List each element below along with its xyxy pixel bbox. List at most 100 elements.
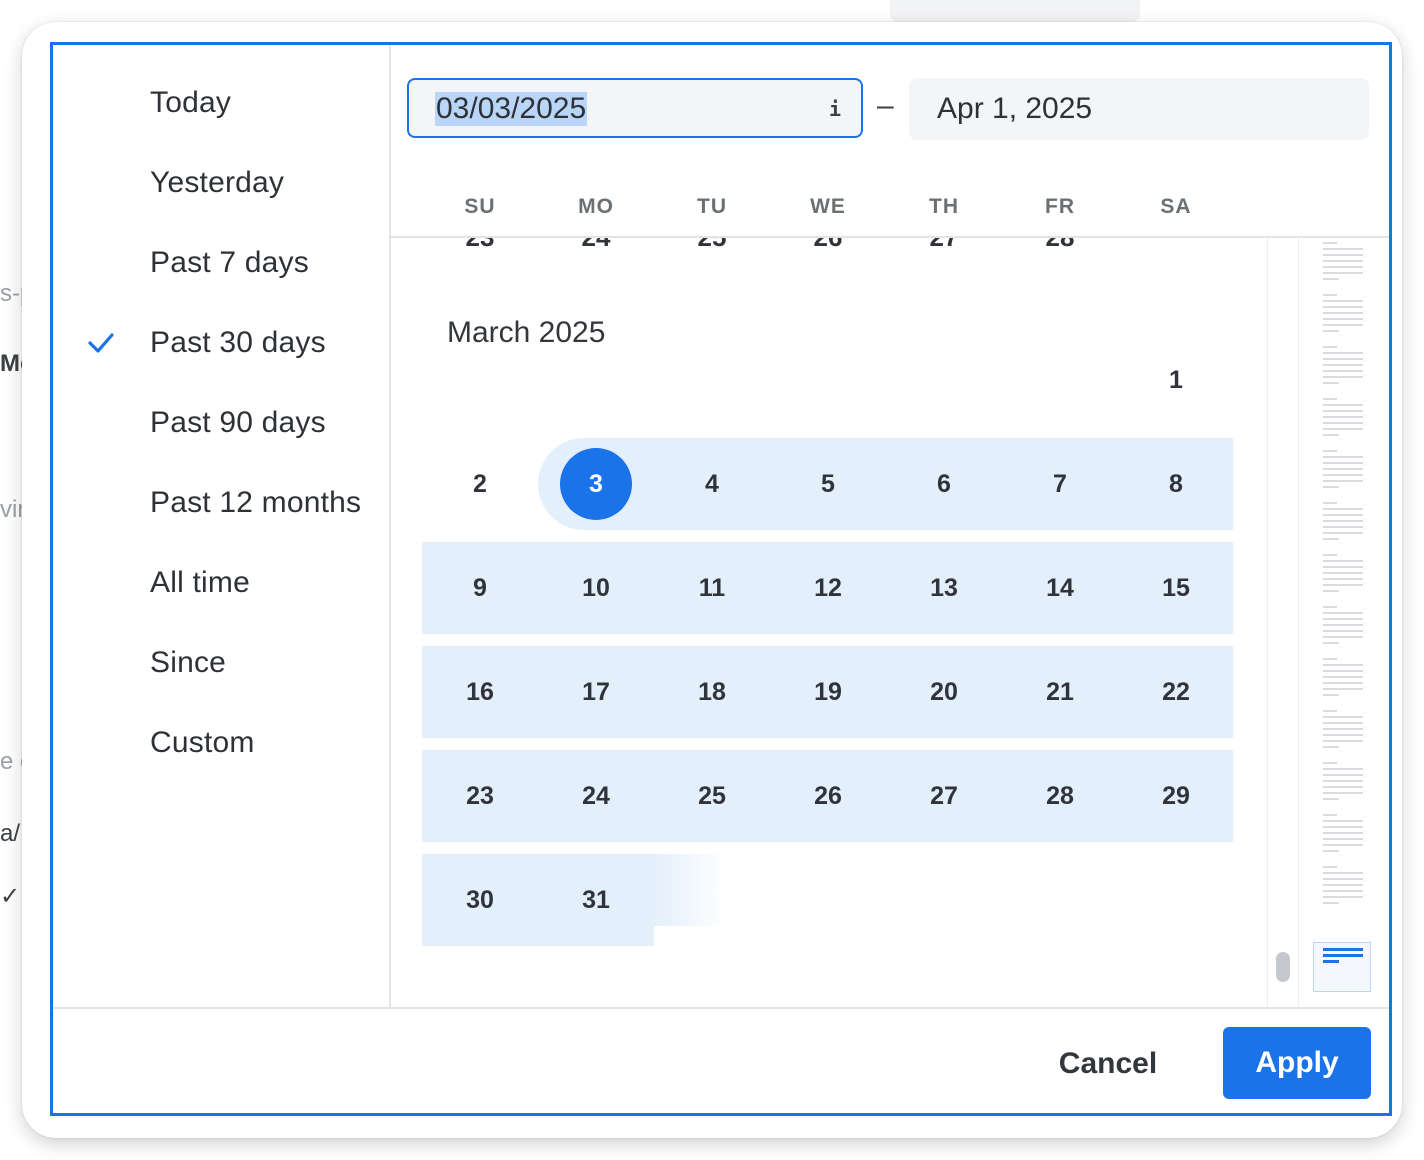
previous-month-day[interactable]: 26 [770, 238, 886, 253]
weekday-label: MO [578, 195, 614, 218]
calendar-day[interactable]: 20 [886, 646, 1002, 738]
previous-month-day[interactable]: 25 [654, 238, 770, 253]
preset-option[interactable]: Past 12 months [53, 471, 389, 535]
calendar-day[interactable]: 28 [1002, 750, 1118, 842]
month-title: March 2025 [447, 316, 606, 349]
day-number: 6 [937, 470, 951, 498]
calendar-day[interactable]: 19 [770, 646, 886, 738]
minimap-line [1323, 866, 1337, 868]
minimap-line [1323, 878, 1363, 880]
calendar-day[interactable]: 26 [770, 750, 886, 842]
calendar-grid[interactable]: March 2025 23242526272812345678910111213… [389, 238, 1269, 1007]
minimap-line [1323, 798, 1339, 800]
preset-option[interactable]: Yesterday [53, 151, 389, 215]
calendar-day[interactable]: 13 [886, 542, 1002, 634]
scrollbar-thumb[interactable] [1276, 952, 1290, 982]
previous-month-day[interactable]: 28 [1002, 238, 1118, 253]
minimap-line [1323, 468, 1363, 470]
minimap-line [1323, 272, 1363, 274]
minimap-line [1323, 318, 1363, 320]
calendar-scrollbar[interactable] [1267, 238, 1299, 1007]
calendar-day[interactable]: 11 [654, 542, 770, 634]
calendar-day[interactable]: 18 [654, 646, 770, 738]
preset-option[interactable]: Past 7 days [53, 231, 389, 295]
calendar-day[interactable]: 27 [886, 750, 1002, 842]
day-number: 13 [930, 574, 958, 602]
preset-option[interactable]: Past 90 days [53, 391, 389, 455]
minimap-line [1323, 710, 1337, 712]
day-number: 4 [705, 470, 719, 498]
weekday-label: TU [697, 195, 727, 218]
calendar-day[interactable]: 9 [422, 542, 538, 634]
minimap-line [1323, 814, 1337, 816]
preset-option[interactable]: Past 30 days [53, 311, 389, 375]
calendar-day[interactable]: 25 [654, 750, 770, 842]
calendar-day[interactable]: 14 [1002, 542, 1118, 634]
preset-option[interactable]: All time [53, 551, 389, 615]
calendar-day-selected[interactable]: 3 [538, 438, 654, 530]
preset-option[interactable]: Today [53, 71, 389, 135]
calendar-day[interactable]: 24 [538, 750, 654, 842]
day-number: 10 [582, 574, 610, 602]
calendar-day[interactable]: 21 [1002, 646, 1118, 738]
minimap-line [1323, 300, 1363, 302]
start-date-field[interactable]: 03/03/2025 i [407, 78, 863, 138]
calendar-day[interactable]: 29 [1118, 750, 1234, 842]
calendar-day[interactable]: 7 [1002, 438, 1118, 530]
minimap-line [1323, 266, 1363, 268]
day-number: 21 [1046, 678, 1074, 706]
end-date-field[interactable]: Apr 1, 2025 [909, 78, 1369, 140]
minimap-line [1323, 618, 1363, 620]
day-number: 29 [1162, 782, 1190, 810]
minimap-line [1323, 376, 1363, 378]
calendar-day[interactable]: 12 [770, 542, 886, 634]
day-number: 8 [1169, 470, 1183, 498]
calendar-day[interactable]: 1 [1118, 334, 1234, 426]
calendar-day[interactable]: 16 [422, 646, 538, 738]
minimap-line [1323, 474, 1363, 476]
minimap-line [1323, 768, 1363, 770]
calendar-day[interactable]: 2 [422, 438, 538, 530]
calendar-day[interactable]: 10 [538, 542, 654, 634]
minimap-line [1323, 324, 1363, 326]
calendar-day[interactable]: 22 [1118, 646, 1234, 738]
apply-button[interactable]: Apply [1223, 1027, 1371, 1099]
minimap-line [1323, 746, 1339, 748]
day-number: 22 [1162, 678, 1190, 706]
minimap-line [1323, 792, 1363, 794]
calendar-day[interactable]: 23 [422, 750, 538, 842]
minimap-highlight-line [1323, 954, 1363, 957]
calendar-day[interactable]: 8 [1118, 438, 1234, 530]
previous-month-day[interactable]: 23 [422, 238, 538, 253]
minimap-line [1323, 358, 1363, 360]
weekday-label: FR [1045, 195, 1075, 218]
previous-month-day[interactable]: 27 [886, 238, 1002, 253]
minimap-line [1323, 670, 1363, 672]
minimap-line [1323, 694, 1339, 696]
calendar-day[interactable]: 4 [654, 438, 770, 530]
minimap-line [1323, 294, 1337, 296]
background-top-tab [890, 0, 1140, 22]
previous-month-day[interactable]: 24 [538, 238, 654, 253]
calendar-day[interactable]: 31 [538, 854, 654, 946]
minimap-line [1323, 398, 1337, 400]
day-number: 20 [930, 678, 958, 706]
preset-option[interactable]: Custom [53, 711, 389, 775]
minimap-line [1323, 456, 1363, 458]
calendar-minimap[interactable] [1311, 238, 1371, 1007]
calendar-day[interactable]: 6 [886, 438, 1002, 530]
cancel-button[interactable]: Cancel [1033, 1029, 1183, 1099]
minimap-line [1323, 278, 1339, 280]
minimap-line [1323, 434, 1339, 436]
minimap-line [1323, 584, 1363, 586]
calendar-day[interactable]: 30 [422, 854, 538, 946]
calendar-day[interactable]: 15 [1118, 542, 1234, 634]
info-icon[interactable]: i [829, 97, 841, 121]
day-number: 28 [1046, 782, 1074, 810]
minimap-line [1323, 636, 1363, 638]
preset-label: Past 90 days [150, 406, 326, 439]
minimap-line [1323, 404, 1363, 406]
calendar-day[interactable]: 17 [538, 646, 654, 738]
calendar-day[interactable]: 5 [770, 438, 886, 530]
preset-option[interactable]: Since [53, 631, 389, 695]
